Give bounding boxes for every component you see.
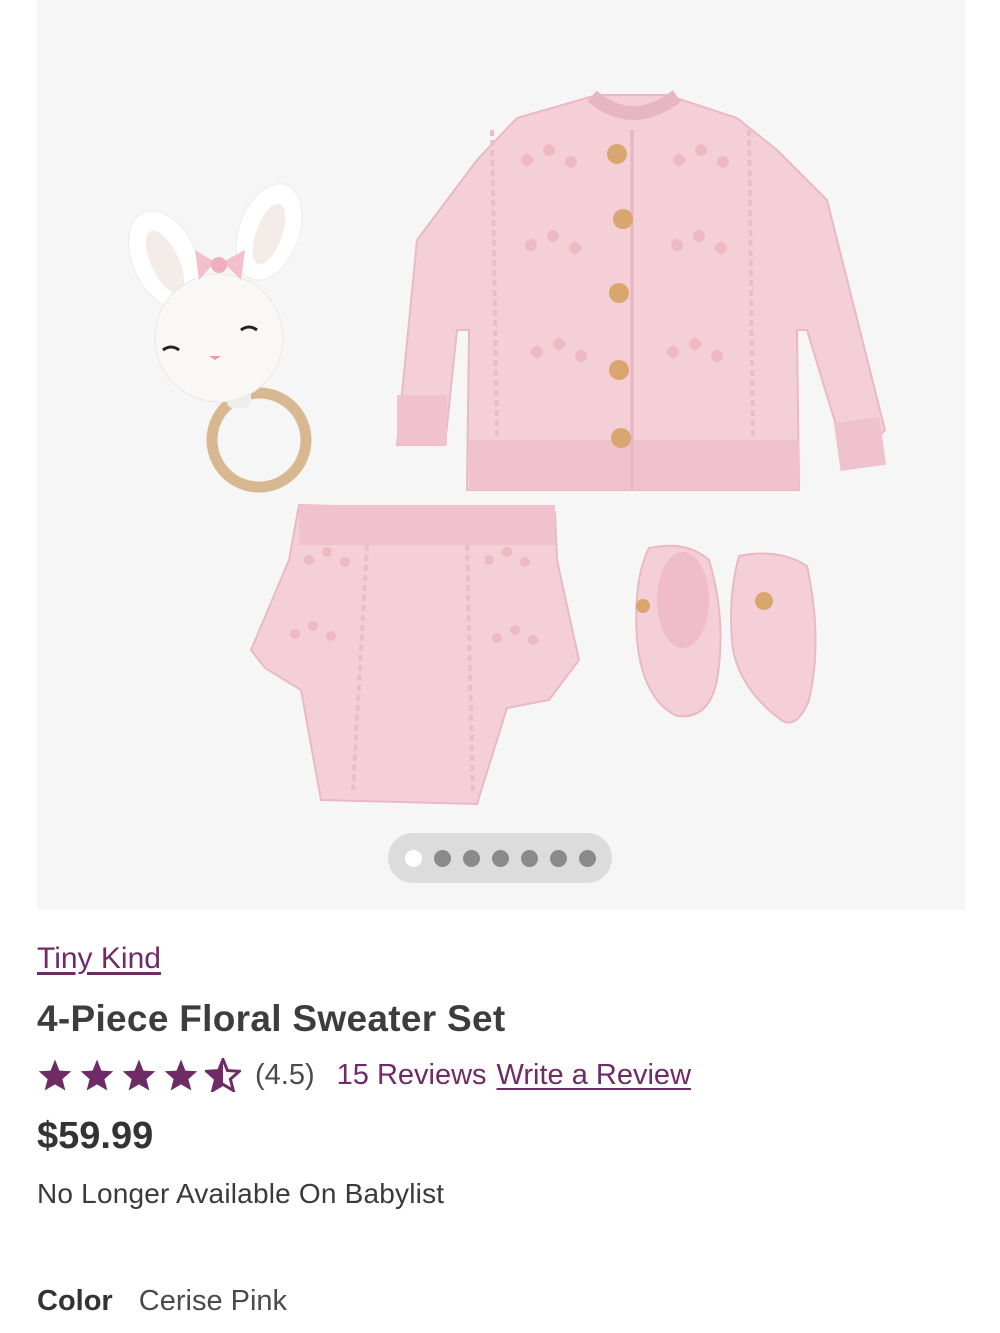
write-review-link[interactable]: Write a Review [497,1059,691,1092]
star-half-icon [205,1058,241,1092]
carousel-dot[interactable] [404,849,422,867]
availability-status: No Longer Available On Babylist [37,1178,445,1209]
color-selector: Color Cerise Pink [37,1285,287,1318]
product-title: 4-Piece Floral Sweater Set [37,998,506,1039]
carousel-indicator[interactable] [388,833,612,883]
product-image-gallery[interactable] [37,0,965,910]
rating-score: (4.5) [255,1058,315,1091]
star-filled-icon [122,1059,156,1091]
star-filled-icon [38,1059,72,1091]
carousel-dot[interactable] [520,849,538,867]
product-price: $59.99 [37,1115,154,1157]
color-label: Color [37,1285,113,1317]
carousel-dot[interactable] [578,849,596,867]
star-filled-icon [164,1059,198,1091]
brand-link[interactable]: Tiny Kind [37,942,161,976]
carousel-dot[interactable] [433,849,451,867]
carousel-dot[interactable] [549,849,567,867]
reviews-link[interactable]: 15 Reviews [337,1059,487,1092]
star-filled-icon [80,1059,114,1091]
product-photo [128,90,887,806]
rating-row: (4.5) 15 Reviews Write a Review [37,1057,691,1093]
color-value: Cerise Pink [138,1285,288,1317]
carousel-dot[interactable] [462,849,480,867]
star-rating [37,1058,241,1092]
carousel-dot[interactable] [491,849,509,867]
